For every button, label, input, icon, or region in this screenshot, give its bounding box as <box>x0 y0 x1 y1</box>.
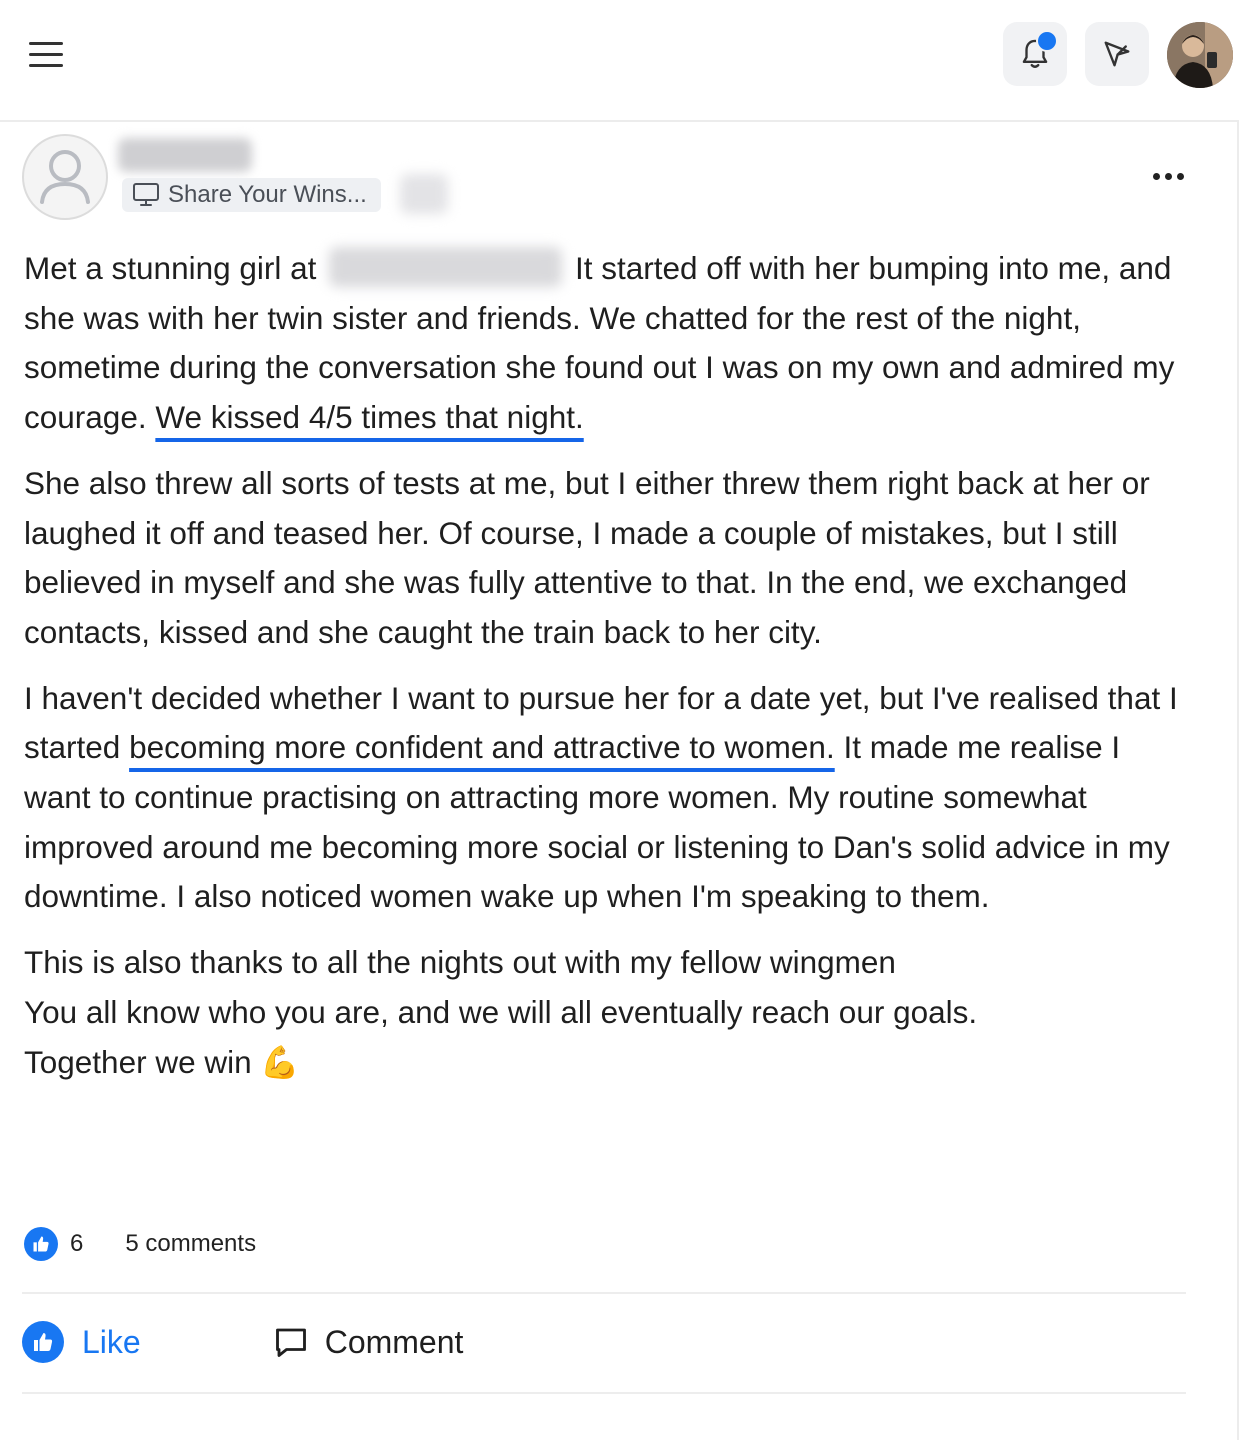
text-run: Together we win <box>24 1043 252 1080</box>
ellipsis-icon <box>1152 172 1160 180</box>
category-label: Share Your Wins... <box>168 181 367 208</box>
like-button[interactable]: Like <box>22 1321 141 1363</box>
text-run: Met a stunning girl at <box>24 250 317 286</box>
notifications-button[interactable] <box>1003 22 1067 86</box>
post-body: Met a stunning girl at It started off wi… <box>24 244 1189 1103</box>
text-run: This is also thanks to all the nights ou… <box>24 944 896 981</box>
post-actions: Like Comment <box>22 1318 463 1366</box>
post-stats: 6 5 comments <box>24 1224 256 1264</box>
paragraph: I haven't decided whether I want to purs… <box>24 674 1189 923</box>
speech-bubble-icon <box>275 1328 306 1357</box>
highlighted-text: We kissed 4/5 times that night. <box>155 399 584 436</box>
thumbs-up-icon <box>22 1321 64 1363</box>
author-name-redacted <box>118 138 252 172</box>
location-redacted <box>329 247 563 287</box>
thumbs-up-icon <box>33 1236 49 1252</box>
messages-button[interactable] <box>1085 22 1149 86</box>
like-label: Like <box>82 1323 141 1360</box>
like-count: 6 <box>70 1230 84 1257</box>
default-user-icon <box>40 150 90 204</box>
paragraph: Met a stunning girl at It started off wi… <box>24 244 1189 443</box>
text-run: She also threw all sorts of tests at me,… <box>24 464 1150 650</box>
highlighted-text: becoming more confident and attractive t… <box>129 729 835 766</box>
comment-button[interactable]: Comment <box>273 1323 464 1361</box>
paragraph: This is also thanks to all the nights ou… <box>24 938 1189 1087</box>
author-avatar[interactable] <box>22 134 108 220</box>
profile-avatar[interactable] <box>1167 22 1233 88</box>
flexed-biceps-emoji: 💪 <box>260 1043 300 1080</box>
hamburger-menu-icon[interactable] <box>24 36 68 74</box>
category-chip[interactable]: Share Your Wins... <box>122 178 381 212</box>
text-run: You all know who you are, and we will al… <box>24 993 978 1030</box>
paper-plane-icon <box>1104 41 1130 67</box>
divider <box>22 1392 1186 1394</box>
like-count-badge[interactable] <box>24 1227 58 1261</box>
timestamp-redacted <box>400 174 448 214</box>
post-card: Share Your Wins... Met a stunning girl a… <box>0 122 1239 1440</box>
notification-badge <box>1036 30 1058 52</box>
paragraph: She also threw all sorts of tests at me,… <box>24 459 1189 658</box>
monitor-icon <box>133 183 159 206</box>
more-options-button[interactable] <box>1140 158 1196 194</box>
top-bar <box>0 0 1239 122</box>
comment-count[interactable]: 5 comments <box>125 1230 256 1258</box>
divider <box>22 1292 1186 1294</box>
comment-label: Comment <box>324 1323 464 1360</box>
